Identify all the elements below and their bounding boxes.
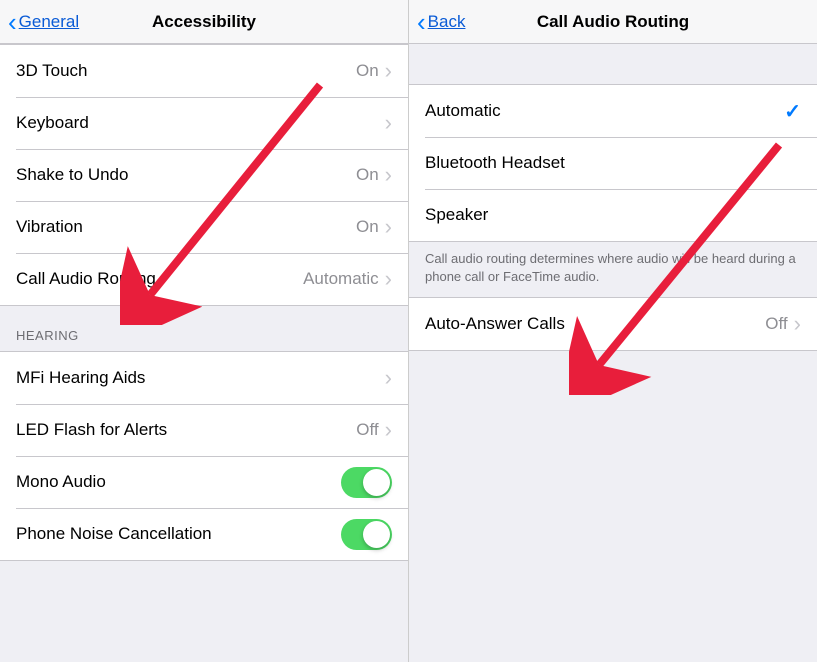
row-label: Vibration [16, 217, 356, 237]
row-led-flash[interactable]: LED Flash for Alerts Off › [0, 404, 408, 456]
row-shake-to-undo[interactable]: Shake to Undo On › [0, 149, 408, 201]
chevron-right-icon: › [385, 60, 392, 82]
chevron-right-icon: › [385, 268, 392, 290]
back-label: Back [428, 12, 466, 32]
row-label: Shake to Undo [16, 165, 356, 185]
chevron-right-icon: › [385, 419, 392, 441]
row-label: Automatic [425, 101, 784, 121]
toggle-noise-cancellation[interactable] [341, 519, 392, 550]
row-label: Phone Noise Cancellation [16, 524, 341, 544]
section-footer: Call audio routing determines where audi… [409, 242, 817, 297]
chevron-left-icon: ‹ [417, 9, 426, 35]
row-noise-cancellation[interactable]: Phone Noise Cancellation [0, 508, 408, 560]
toggle-knob [363, 521, 390, 548]
row-value: Automatic [303, 269, 379, 289]
row-label: Bluetooth Headset [425, 153, 801, 173]
navbar-left: ‹ General Accessibility [0, 0, 408, 44]
row-value: On [356, 165, 379, 185]
back-button[interactable]: ‹ Back [417, 9, 465, 35]
toggle-mono-audio[interactable] [341, 467, 392, 498]
row-3d-touch[interactable]: 3D Touch On › [0, 45, 408, 97]
row-label: Auto-Answer Calls [425, 314, 765, 334]
chevron-left-icon: ‹ [8, 9, 17, 35]
group-touch: 3D Touch On › Keyboard › Shake to Undo O… [0, 44, 408, 306]
page-title: Call Audio Routing [537, 12, 689, 32]
navbar-right: ‹ Back Call Audio Routing [409, 0, 817, 44]
row-label: Keyboard [16, 113, 385, 133]
back-button-general[interactable]: ‹ General [8, 9, 79, 35]
spacer [409, 44, 817, 84]
row-value: On [356, 61, 379, 81]
row-auto-answer-calls[interactable]: Auto-Answer Calls Off › [409, 298, 817, 350]
row-mono-audio[interactable]: Mono Audio [0, 456, 408, 508]
row-value: On [356, 217, 379, 237]
row-value: Off [765, 314, 787, 334]
page-title: Accessibility [152, 12, 256, 32]
row-label: MFi Hearing Aids [16, 368, 385, 388]
call-audio-routing-panel: ‹ Back Call Audio Routing Automatic ✓ Bl… [409, 0, 817, 662]
row-label: Speaker [425, 205, 801, 225]
group-auto-answer: Auto-Answer Calls Off › [409, 297, 817, 351]
chevron-right-icon: › [385, 367, 392, 389]
row-bluetooth-headset[interactable]: Bluetooth Headset [409, 137, 817, 189]
row-vibration[interactable]: Vibration On › [0, 201, 408, 253]
row-automatic[interactable]: Automatic ✓ [409, 85, 817, 137]
row-speaker[interactable]: Speaker [409, 189, 817, 241]
chevron-right-icon: › [794, 313, 801, 335]
accessibility-panel: ‹ General Accessibility 3D Touch On › Ke… [0, 0, 409, 662]
group-hearing: MFi Hearing Aids › LED Flash for Alerts … [0, 351, 408, 561]
row-call-audio-routing[interactable]: Call Audio Routing Automatic › [0, 253, 408, 305]
toggle-knob [363, 469, 390, 496]
section-header-hearing: HEARING [0, 306, 408, 351]
row-label: Mono Audio [16, 472, 341, 492]
checkmark-icon: ✓ [784, 99, 801, 124]
row-label: LED Flash for Alerts [16, 420, 356, 440]
chevron-right-icon: › [385, 112, 392, 134]
row-keyboard[interactable]: Keyboard › [0, 97, 408, 149]
back-label: General [19, 12, 79, 32]
group-routing-options: Automatic ✓ Bluetooth Headset Speaker [409, 84, 817, 242]
row-value: Off [356, 420, 378, 440]
row-label: Call Audio Routing [16, 269, 303, 289]
chevron-right-icon: › [385, 164, 392, 186]
chevron-right-icon: › [385, 216, 392, 238]
row-mfi-hearing-aids[interactable]: MFi Hearing Aids › [0, 352, 408, 404]
row-label: 3D Touch [16, 61, 356, 81]
